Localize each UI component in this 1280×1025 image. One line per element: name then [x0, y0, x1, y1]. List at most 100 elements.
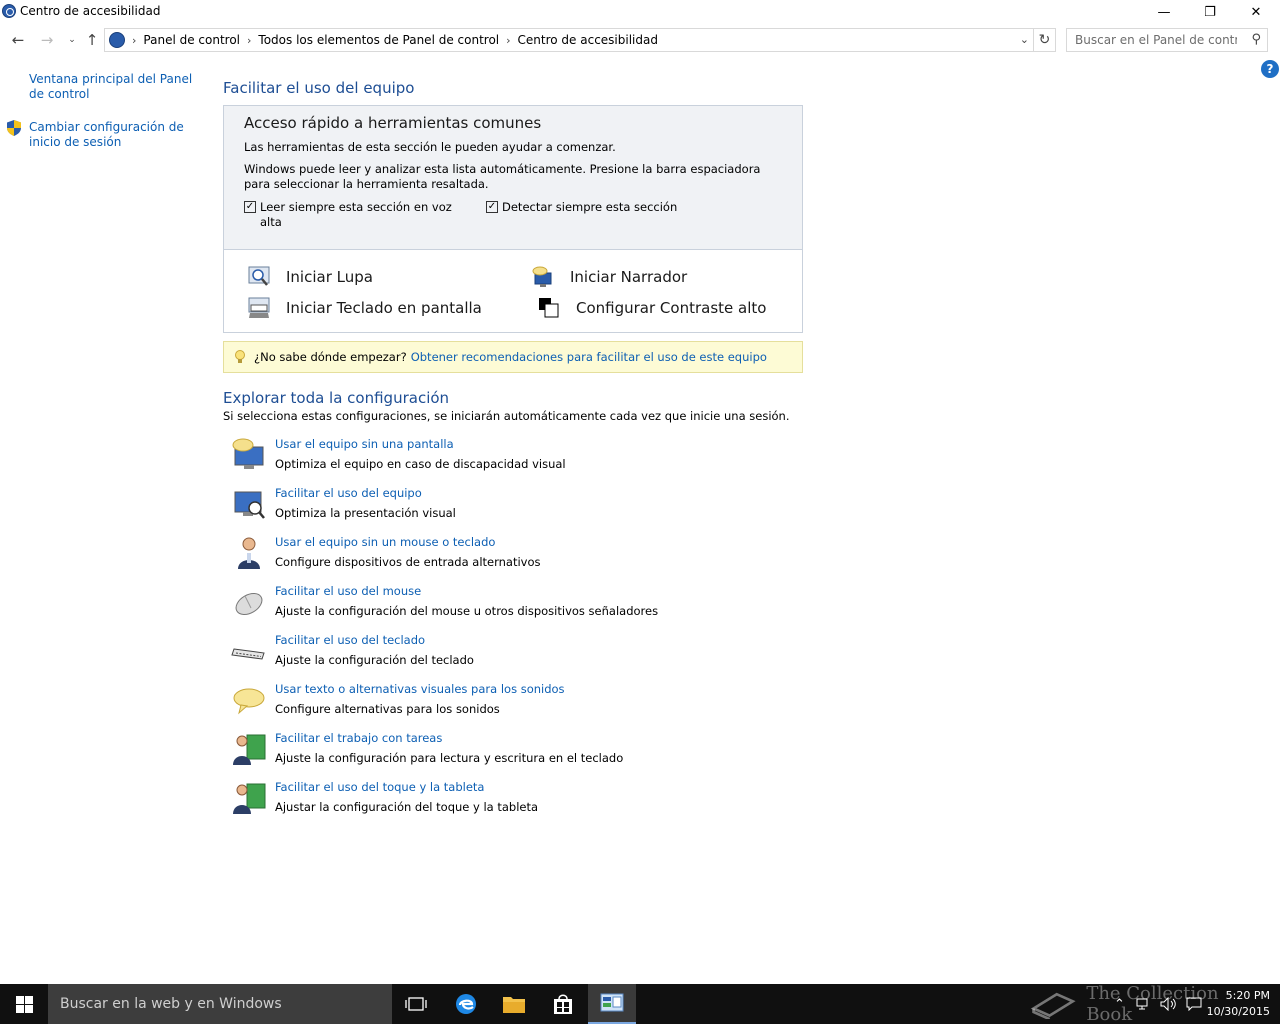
set-high-contrast-label[interactable]: Configurar Contraste alto — [576, 299, 766, 317]
windows-logo-icon — [15, 995, 33, 1013]
up-arrow-icon[interactable]: ↑ — [82, 30, 102, 50]
lightbulb-icon — [235, 350, 245, 363]
get-recommendations-link[interactable]: Obtener recomendaciones para facilitar e… — [411, 350, 767, 364]
clock-date[interactable]: 10/30/2015 — [1207, 1004, 1270, 1020]
explore-link[interactable]: Facilitar el uso del teclado — [275, 633, 425, 647]
clock-time[interactable]: 5:20 PM — [1207, 988, 1270, 1004]
book-watermark-icon — [1030, 992, 1076, 1019]
tip-question: ¿No sabe dónde empezar? — [254, 350, 407, 364]
keyboard-icon — [231, 648, 265, 660]
start-narrator-button[interactable]: Iniciar Narrador — [532, 266, 687, 288]
explore-link[interactable]: Usar el equipo sin un mouse o teclado — [275, 535, 495, 549]
control-panel-taskbar-button[interactable] — [588, 984, 636, 1024]
explore-link[interactable]: Facilitar el uso del mouse — [275, 584, 421, 598]
action-center-icon[interactable] — [1186, 984, 1202, 1024]
refresh-icon[interactable]: ↻ — [1034, 28, 1056, 52]
explore-desc: Ajustar la configuración del toque y la … — [275, 800, 539, 814]
chevron-right-icon[interactable]: › — [247, 34, 251, 47]
search-input[interactable] — [1067, 29, 1237, 51]
taskbar-search-placeholder[interactable]: Buscar en la web y en Windows — [60, 996, 282, 1012]
clock[interactable]: 5:20 PM 10/30/2015 — [1207, 988, 1270, 1020]
network-icon[interactable] — [1136, 984, 1152, 1024]
window-title: Centro de accesibilidad — [20, 4, 161, 18]
change-logon-settings-link[interactable]: Cambiar configuración de inicio de sesió… — [29, 120, 189, 150]
title-bar: Centro de accesibilidad — ❐ ✕ — [0, 0, 1280, 24]
explore-desc: Optimiza la presentación visual — [275, 506, 456, 520]
list-item: Facilitar el uso del toque y la tableta … — [231, 780, 791, 820]
breadcrumb[interactable]: › Panel de control › Todos los elementos… — [104, 28, 1034, 52]
breadcrumb-ease-of-access[interactable]: Centro de accesibilidad — [518, 33, 658, 47]
explore-link[interactable]: Facilitar el uso del toque y la tableta — [275, 780, 484, 794]
store-bag-icon — [554, 994, 572, 1014]
list-item: Facilitar el uso del teclado Ajuste la c… — [231, 633, 791, 673]
read-aloud-label[interactable]: Leer siempre esta sección en voz alta — [260, 200, 454, 230]
list-item: Usar el equipo sin un mouse o teclado Co… — [231, 535, 791, 575]
high-contrast-icon — [539, 298, 559, 318]
edge-icon — [456, 994, 476, 1014]
control-panel-icon — [600, 993, 624, 1012]
checkmark-icon[interactable]: ✓ — [486, 201, 498, 213]
store-button[interactable] — [539, 984, 587, 1024]
explore-link[interactable]: Usar el equipo sin una pantalla — [275, 437, 454, 451]
explore-desc: Ajuste la configuración del teclado — [275, 653, 474, 667]
folder-icon — [503, 997, 525, 1013]
file-explorer-button[interactable] — [490, 984, 538, 1024]
uac-shield-icon — [7, 120, 21, 136]
minimize-button[interactable]: — — [1141, 0, 1187, 24]
speech-bubble-icon — [233, 688, 265, 715]
explore-link[interactable]: Facilitar el uso del equipo — [275, 486, 422, 500]
list-item: Facilitar el uso del mouse Ajuste la con… — [231, 584, 791, 624]
start-osk-label[interactable]: Iniciar Teclado en pantalla — [286, 299, 482, 317]
quick-access-header: Acceso rápido a herramientas comunes Las… — [224, 106, 802, 250]
explore-link[interactable]: Facilitar el trabajo con tareas — [275, 731, 442, 745]
monitor-speech-icon — [232, 438, 264, 469]
chevron-down-icon[interactable]: ⌄ — [1020, 33, 1029, 46]
list-item: Facilitar el trabajo con tareas Ajuste l… — [231, 731, 791, 771]
breadcrumb-control-panel[interactable]: Panel de control — [143, 33, 240, 47]
start-on-screen-keyboard-button[interactable]: Iniciar Teclado en pantalla — [248, 297, 482, 319]
forward-arrow-icon[interactable]: → — [37, 30, 57, 50]
close-button[interactable]: ✕ — [1233, 0, 1279, 24]
chevron-right-icon[interactable]: › — [506, 34, 510, 47]
start-button[interactable] — [0, 984, 48, 1024]
help-icon[interactable]: ? — [1261, 60, 1279, 78]
breadcrumb-all-items[interactable]: Todos los elementos de Panel de control — [258, 33, 499, 47]
list-item: Usar texto o alternativas visuales para … — [231, 682, 791, 722]
back-arrow-icon[interactable]: ← — [8, 30, 28, 50]
start-magnifier-label[interactable]: Iniciar Lupa — [286, 268, 373, 286]
list-item: Usar el equipo sin una pantalla Optimiza… — [231, 437, 791, 477]
quick-access-title: Acceso rápido a herramientas comunes — [244, 114, 542, 132]
search-icon[interactable]: ⚲ — [1251, 32, 1261, 47]
maximize-button[interactable]: ❐ — [1187, 0, 1233, 24]
task-view-button[interactable] — [392, 984, 440, 1024]
explore-desc: Ajuste la configuración del mouse u otro… — [275, 604, 659, 618]
accessibility-app-icon — [2, 4, 16, 18]
explore-desc: Optimiza el equipo en caso de discapacid… — [275, 457, 566, 471]
taskbar: Buscar en la web y en Windows The Collec… — [0, 983, 1280, 1025]
set-high-contrast-button[interactable]: Configurar Contraste alto — [538, 297, 766, 319]
edge-browser-button[interactable] — [442, 984, 490, 1024]
start-narrator-label[interactable]: Iniciar Narrador — [570, 268, 687, 286]
volume-icon[interactable] — [1160, 984, 1178, 1024]
scan-always-label[interactable]: Detectar siempre esta sección — [502, 200, 677, 215]
control-panel-location-icon — [109, 32, 125, 48]
mouse-icon — [235, 593, 263, 615]
start-magnifier-button[interactable]: Iniciar Lupa — [248, 266, 373, 288]
control-panel-home-link[interactable]: Ventana principal del Panel de control — [29, 72, 204, 102]
read-aloud-checkbox[interactable]: ✓ Leer siempre esta sección en voz alta — [244, 200, 454, 230]
checkmark-icon[interactable]: ✓ — [244, 201, 256, 213]
chevron-right-icon[interactable]: › — [132, 34, 136, 47]
on-screen-keyboard-icon — [248, 297, 270, 318]
magnifier-icon — [248, 266, 270, 286]
search-box[interactable]: ⚲ — [1066, 28, 1268, 52]
taskbar-search-box[interactable]: Buscar en la web y en Windows — [48, 984, 392, 1024]
recent-locations-chevron-icon[interactable]: ⌄ — [62, 30, 82, 50]
tip-bar: ¿No sabe dónde empezar? Obtener recomend… — [223, 341, 803, 373]
narrator-icon — [532, 266, 552, 287]
scan-always-checkbox[interactable]: ✓ Detectar siempre esta sección — [486, 200, 677, 215]
explore-link[interactable]: Usar texto o alternativas visuales para … — [275, 682, 565, 696]
explore-desc: Configure alternativas para los sonidos — [275, 702, 500, 716]
explore-desc: Configure dispositivos de entrada altern… — [275, 555, 541, 569]
show-hidden-icons-button[interactable]: ⌃ — [1114, 984, 1125, 1024]
explore-desc: Ajuste la configuración para lectura y e… — [275, 751, 624, 765]
